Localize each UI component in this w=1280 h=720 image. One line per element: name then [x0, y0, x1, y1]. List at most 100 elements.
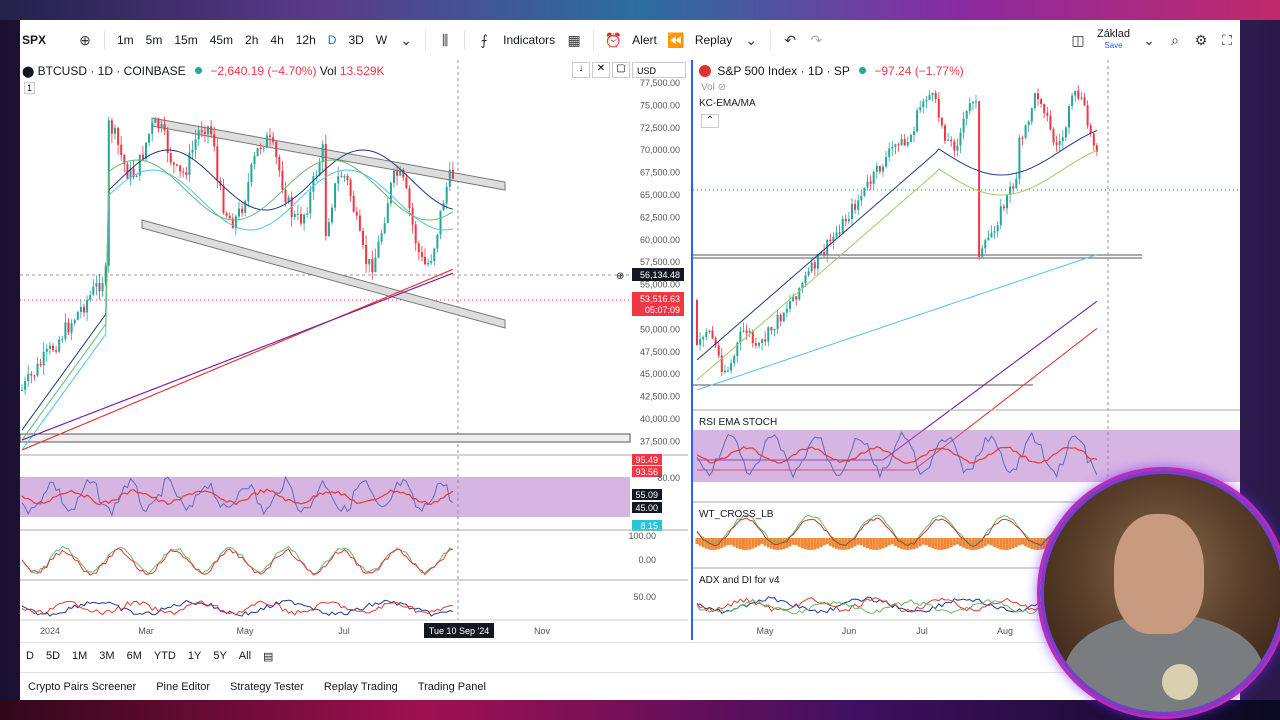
- currency-selector[interactable]: USD: [632, 62, 686, 78]
- candle-body: [975, 101, 977, 103]
- candle-body: [346, 175, 349, 180]
- collapse-up-icon[interactable]: ⌃: [701, 114, 719, 128]
- wt-histogram-bar: [810, 538, 814, 550]
- alert-clock-icon[interactable]: ⏰: [600, 32, 626, 49]
- candle-body: [835, 232, 838, 237]
- candle-body: [1052, 129, 1055, 143]
- eye-hidden-icon[interactable]: ⊘: [718, 82, 726, 93]
- ema-line-blue: [696, 130, 1098, 361]
- layout-name-button[interactable]: Základ Save: [1097, 28, 1130, 52]
- btc-change: −2,640.19 (−4.70%): [210, 64, 317, 78]
- range-1y[interactable]: 1Y: [182, 650, 207, 662]
- interval-15m[interactable]: 15m: [168, 27, 203, 53]
- wt-histogram-bar: [1011, 538, 1015, 549]
- range-3m[interactable]: 3M: [93, 650, 120, 662]
- candle-body: [1080, 97, 1083, 99]
- symbol-search[interactable]: SPX: [22, 33, 72, 47]
- spx-change: −97.24 (−1.77%): [874, 64, 964, 78]
- arrow-down-icon[interactable]: ↓: [572, 62, 590, 78]
- tab-trading-panel[interactable]: Trading Panel: [418, 681, 486, 693]
- candle-body: [1058, 141, 1061, 145]
- quick-search-icon[interactable]: ⌕: [1162, 32, 1188, 49]
- templates-icon[interactable]: ▦: [561, 32, 587, 49]
- wt-histogram-bar: [807, 538, 811, 550]
- candle-body: [829, 239, 832, 242]
- interval-d[interactable]: D: [322, 27, 343, 53]
- candle-body: [953, 141, 956, 151]
- candle-body: [909, 134, 912, 142]
- interval-2h[interactable]: 2h: [239, 27, 264, 53]
- wt-histogram-bar: [955, 538, 959, 545]
- range-ytd[interactable]: YTD: [148, 650, 182, 662]
- wt-histogram-bar: [794, 538, 798, 546]
- candle-body: [847, 219, 850, 222]
- candle-body: [48, 345, 51, 349]
- chevron-down-icon[interactable]: ⌄: [1136, 32, 1162, 49]
- time-axis-label: Jul: [338, 626, 350, 636]
- go-to-date-icon[interactable]: ▤: [257, 650, 279, 663]
- osc-axis-label: 0.00: [638, 555, 656, 565]
- indicators-button[interactable]: Indicators: [497, 27, 561, 53]
- interval-1m[interactable]: 1m: [111, 27, 140, 53]
- alert-button[interactable]: Alert: [626, 27, 663, 53]
- chevron-down-icon[interactable]: ⌄: [393, 32, 419, 49]
- wt-cross-label[interactable]: WT_CROSS_LB: [699, 509, 773, 520]
- spx-title[interactable]: S&P 500 Index · 1D · SP: [717, 64, 849, 78]
- candle-body: [30, 373, 33, 376]
- interval-45m[interactable]: 45m: [204, 27, 239, 53]
- add-symbol-icon[interactable]: ⊕: [72, 32, 98, 49]
- pane-index-badge[interactable]: 1: [24, 82, 36, 94]
- candle-body: [79, 306, 82, 312]
- candle-body: [971, 102, 974, 104]
- candle-body: [200, 130, 203, 132]
- redo-icon[interactable]: ↷: [803, 32, 829, 49]
- btc-chart-canvas[interactable]: 77,500.00 75,000.00 72,500.00 70,000.00 67,5…: [20, 60, 688, 640]
- candle-body: [1037, 93, 1039, 100]
- range-5d[interactable]: 5D: [40, 650, 66, 662]
- layout-icon[interactable]: ◫: [1065, 32, 1091, 49]
- replay-button[interactable]: Replay: [689, 27, 738, 53]
- tab-pine-editor[interactable]: Pine Editor: [156, 681, 210, 693]
- interval-5m[interactable]: 5m: [140, 27, 169, 53]
- undo-icon[interactable]: ↶: [777, 32, 803, 49]
- rsi-ema-stoch-label[interactable]: RSI EMA STOCH: [699, 417, 777, 428]
- interval-w[interactable]: W: [370, 27, 393, 53]
- spx-vol-toggle[interactable]: Vol ⊘: [701, 82, 726, 93]
- range-6m[interactable]: 6M: [121, 650, 148, 662]
- interval-3d[interactable]: 3D: [342, 27, 369, 53]
- wt-histogram-bar: [695, 538, 699, 544]
- candle-body: [45, 348, 48, 352]
- tab-crypto-pairs-screener[interactable]: Crypto Pairs Screener: [28, 681, 136, 693]
- btc-title[interactable]: BTCUSD · 1D · COINBASE: [38, 64, 186, 78]
- btc-chart-pane[interactable]: 77,500.00 75,000.00 72,500.00 70,000.00 67,5…: [20, 60, 688, 640]
- maximize-icon[interactable]: ▢: [612, 62, 630, 78]
- candle-body: [70, 323, 73, 333]
- range-all[interactable]: All: [233, 650, 257, 662]
- candle-body: [352, 195, 355, 212]
- interval-4h[interactable]: 4h: [264, 27, 289, 53]
- replay-icon[interactable]: ⏪: [663, 32, 689, 49]
- kc-indicator-label[interactable]: KC-EMA/MA: [699, 98, 756, 109]
- interval-12h[interactable]: 12h: [290, 27, 322, 53]
- range-1m[interactable]: 1M: [66, 650, 93, 662]
- tab-replay-trading[interactable]: Replay Trading: [324, 681, 398, 693]
- range-5y[interactable]: 5Y: [207, 650, 232, 662]
- fullscreen-icon[interactable]: ⛶: [1214, 32, 1240, 49]
- candle-body: [24, 381, 27, 390]
- wt-histogram-bar: [999, 538, 1003, 550]
- adx-di-label[interactable]: ADX and DI for v4: [699, 575, 780, 586]
- candle-body: [213, 134, 216, 147]
- candle-body: [934, 93, 937, 99]
- wt-histogram-bar: [934, 538, 938, 550]
- candle-body: [798, 288, 801, 300]
- candle-body: [420, 252, 423, 257]
- price-axis-label: 77,500.00: [640, 78, 680, 88]
- indicators-icon[interactable]: ⨍: [471, 32, 497, 49]
- tab-strategy-tester[interactable]: Strategy Tester: [230, 681, 304, 693]
- settings-gear-icon[interactable]: ⚙: [1188, 32, 1214, 49]
- chevron-down-icon[interactable]: ⌄: [738, 32, 764, 49]
- range-d[interactable]: D: [20, 650, 40, 662]
- candle-body: [894, 144, 897, 148]
- collapse-icon[interactable]: ✕: [592, 62, 610, 78]
- candles-icon[interactable]: ⫼: [432, 32, 458, 49]
